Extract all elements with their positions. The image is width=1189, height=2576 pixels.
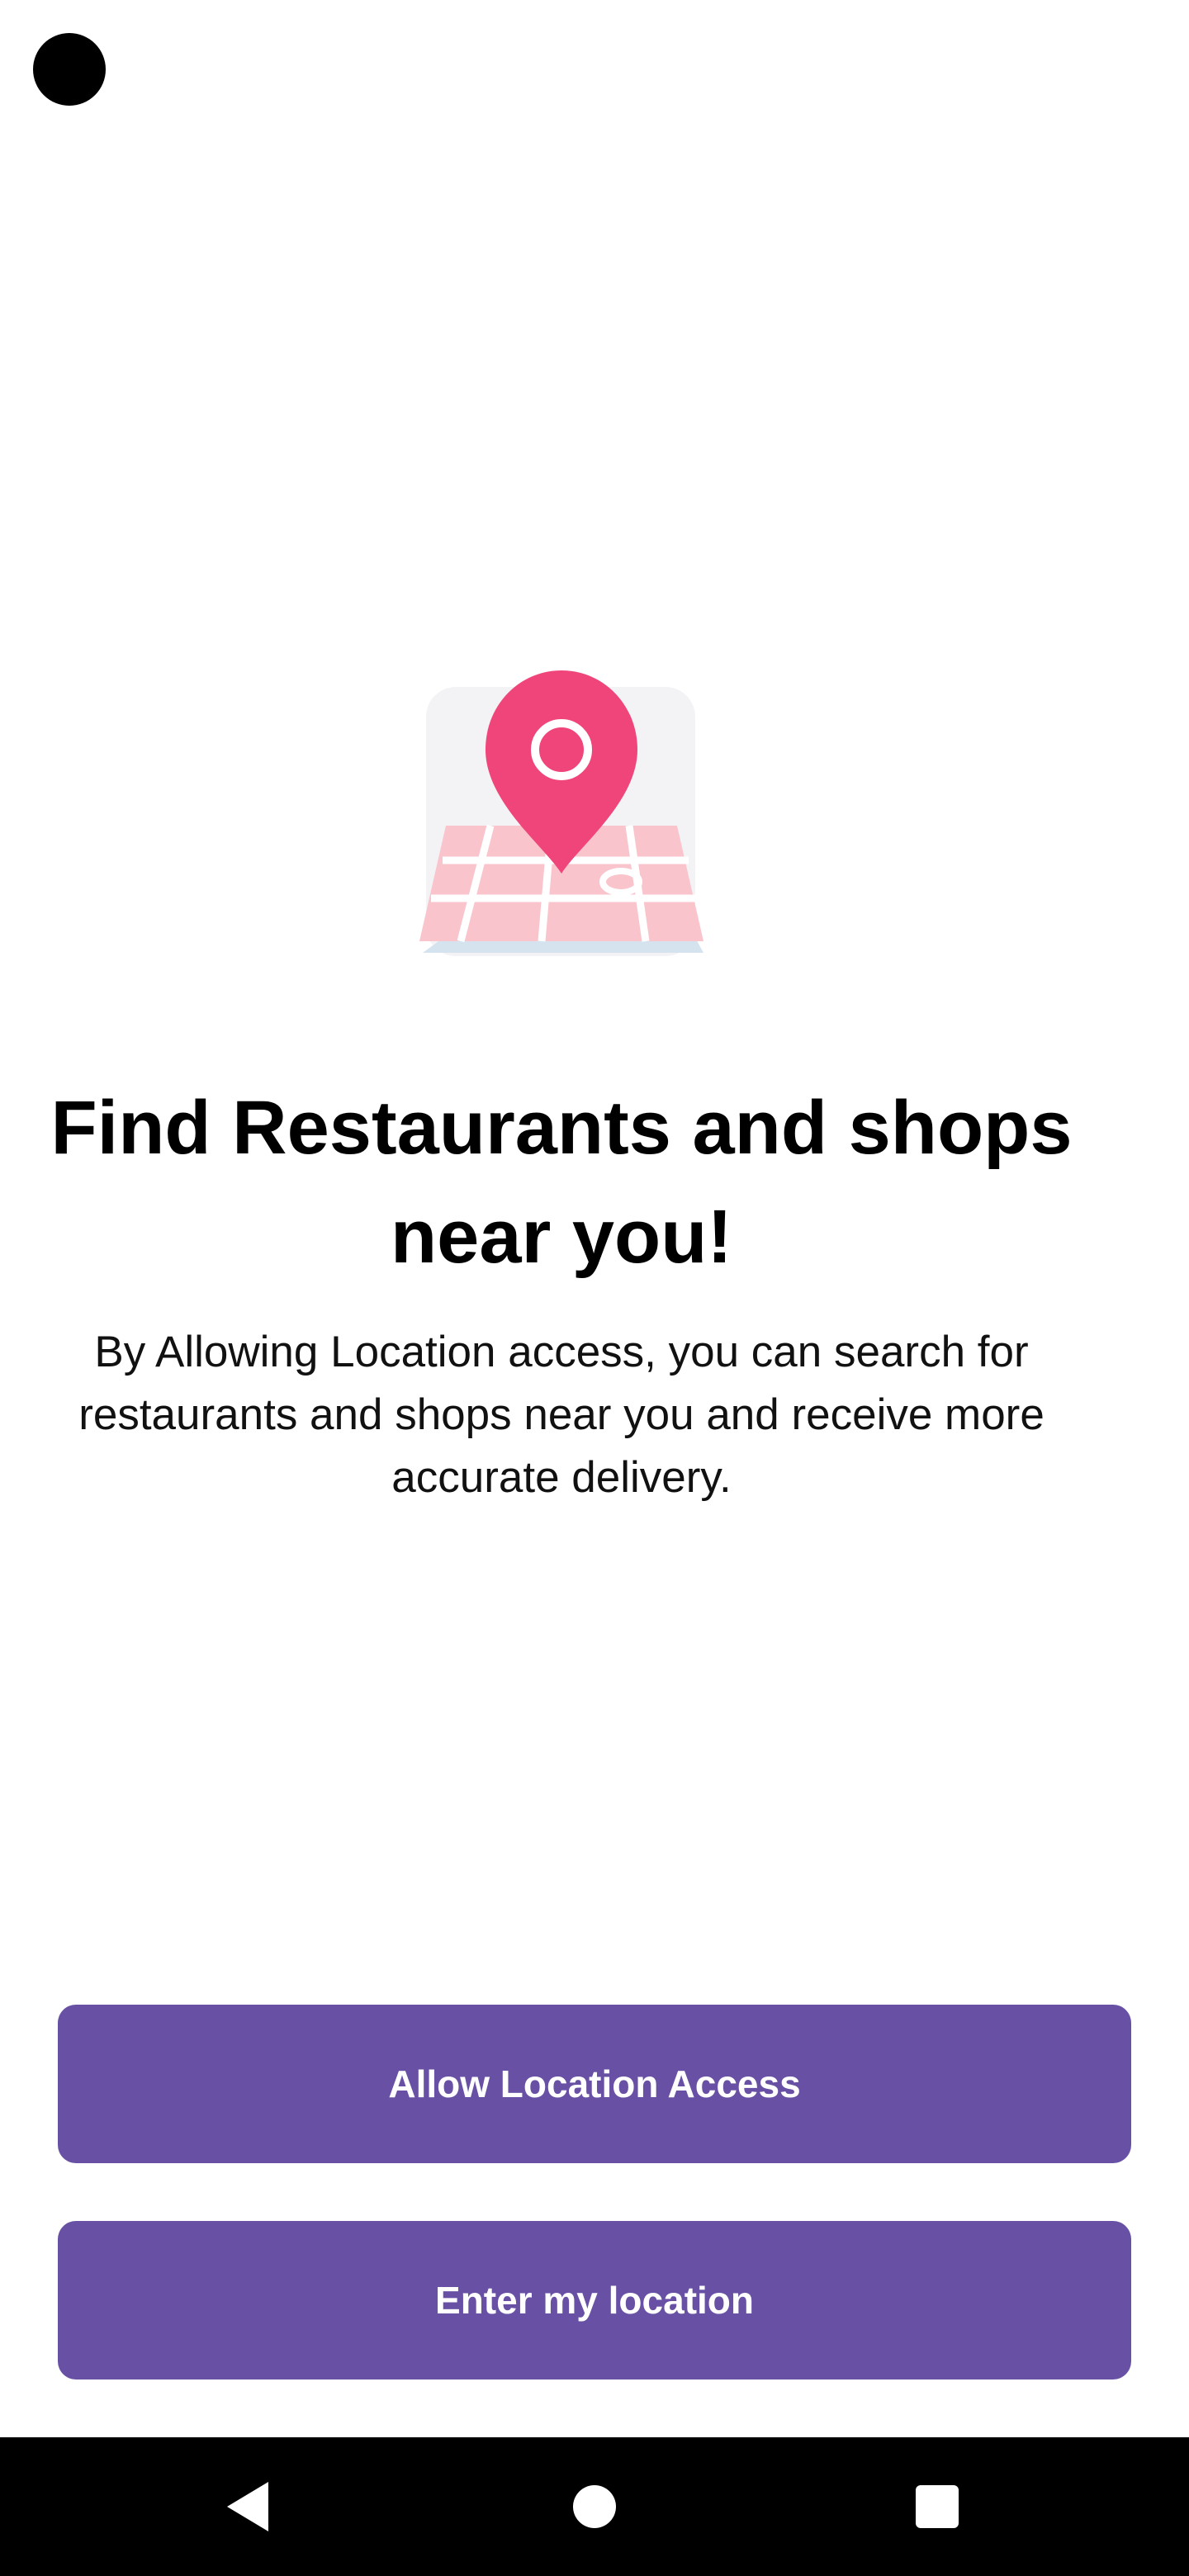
back-button[interactable] [165, 2437, 330, 2576]
map-location-pin-icon [413, 665, 710, 963]
enter-my-location-button[interactable]: Enter my location [58, 2221, 1131, 2379]
page-description: By Allowing Location access, you can sea… [78, 1328, 1045, 1502]
back-triangle-icon [227, 2482, 268, 2531]
home-button[interactable] [512, 2437, 677, 2576]
page-title: Find Restaurants and shops near you! [50, 1086, 1073, 1279]
system-navigation-bar [0, 2437, 1189, 2576]
recents-square-icon [916, 2485, 959, 2528]
home-circle-icon [573, 2485, 616, 2528]
location-permission-screen: Find Restaurants and shops near you! By … [0, 0, 1189, 2576]
camera-cutout [33, 33, 106, 106]
recents-button[interactable] [855, 2437, 1020, 2576]
allow-location-access-button[interactable]: Allow Location Access [58, 2005, 1131, 2163]
